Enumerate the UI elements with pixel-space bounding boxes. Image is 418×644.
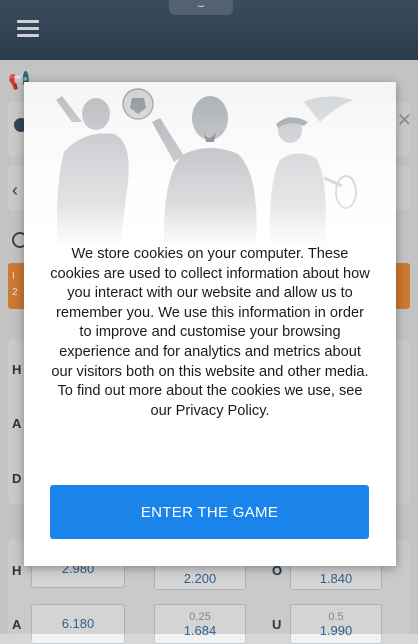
enter-the-game-button[interactable]: ENTER THE GAME — [50, 485, 369, 539]
cookie-message: We store cookies on your computer. These… — [50, 246, 370, 419]
athletes-illustration — [24, 82, 396, 247]
cookie-consent-modal: We store cookies on your computer. These… — [24, 82, 396, 566]
hero-image-athletes — [24, 82, 396, 247]
